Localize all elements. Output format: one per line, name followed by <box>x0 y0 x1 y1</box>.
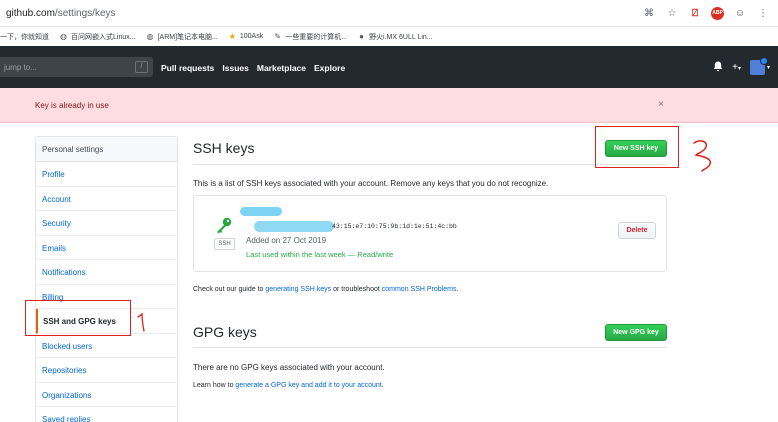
annotation-number-1 <box>137 313 145 332</box>
bookmark-star-icon[interactable]: ☆ <box>665 6 679 20</box>
sidebar-item-blocked-users[interactable]: Blocked users <box>36 334 177 358</box>
search-box[interactable]: / <box>0 57 153 77</box>
sidebar-item-account[interactable]: Account <box>36 187 177 211</box>
bookmark-item[interactable]: ◍ 百问网嵌入式Linux... <box>59 32 136 42</box>
redaction-mark <box>254 221 334 232</box>
generate-gpg-key-link[interactable]: generate a GPG key and add it to your ac… <box>235 382 381 389</box>
flash-error: Key is already in use × <box>0 88 778 123</box>
ssh-key-item: SSH 43:15:e7:10:75:9b:1d:1e:51:4c:bb Add… <box>193 195 667 272</box>
sidebar-item-repositories[interactable]: Repositories <box>36 358 177 383</box>
bookmark-item[interactable]: 一下，你就知道 <box>0 32 49 42</box>
create-new-icon[interactable]: +▾ <box>732 62 741 73</box>
sidebar-item-organizations[interactable]: Organizations <box>36 383 177 407</box>
annotation-box-ssh-gpg-keys <box>25 300 131 336</box>
github-icon: ● <box>359 32 364 41</box>
generating-ssh-keys-link[interactable]: generating SSH keys <box>265 286 331 293</box>
sidebar-item-saved-replies[interactable]: Saved replies <box>36 407 177 422</box>
browser-address-bar[interactable]: github.com/settings/keys ⌘ ☆ ⍁ ABP ☺ ⋮ <box>0 0 778 27</box>
sidebar-heading: Personal settings <box>36 137 177 162</box>
ssh-guide-text: Check out our guide to generating SSH ke… <box>193 286 459 293</box>
ssh-keys-title: SSH keys <box>193 140 255 156</box>
key-icon <box>215 217 233 237</box>
bookmarks-bar: 一下，你就知道 ◍ 百问网嵌入式Linux... ◍ [ARM]笔记本电脑... ★… <box>0 27 778 46</box>
bookmark-item[interactable]: ◍ [ARM]笔记本电脑... <box>146 32 218 42</box>
sidebar-item-notifications[interactable]: Notifications <box>36 260 177 285</box>
divider <box>193 347 667 348</box>
star-icon: ★ <box>228 32 236 41</box>
github-header: / Pull requests Issues Marketplace Explo… <box>0 46 778 88</box>
avatar <box>749 57 768 75</box>
annotation-number-2 <box>693 140 712 172</box>
bell-icon[interactable] <box>713 61 723 75</box>
new-gpg-key-button[interactable]: New GPG key <box>605 324 667 341</box>
ssh-description: This is a list of SSH keys associated wi… <box>193 179 549 188</box>
bookmark-item[interactable]: ✎ 一些重要的计算机... <box>273 32 347 42</box>
delete-key-button[interactable]: Delete <box>618 222 656 239</box>
gpg-keys-title: GPG keys <box>193 324 257 340</box>
globe-icon: ◍ <box>60 32 67 41</box>
nav-pull-requests[interactable]: Pull requests <box>161 63 214 73</box>
settings-sidebar: Personal settings Profile Account Securi… <box>35 136 178 422</box>
sidebar-item-profile[interactable]: Profile <box>36 162 177 187</box>
nav-marketplace[interactable]: Marketplace <box>257 63 306 73</box>
search-shortcut-key: / <box>135 61 148 73</box>
url-host: github.com <box>6 8 55 19</box>
gpg-empty-text: There are no GPG keys associated with yo… <box>193 363 385 372</box>
adblock-extension-icon[interactable]: ABP <box>711 6 724 20</box>
search-input[interactable] <box>0 57 130 77</box>
profile-menu[interactable]: ▾ <box>749 57 770 75</box>
sidebar-item-security[interactable]: Security <box>36 211 177 236</box>
pen-icon: ✎ <box>274 32 282 41</box>
key-added-date: Added on 27 Oct 2019 <box>246 236 327 245</box>
globe-icon: ◍ <box>146 32 154 41</box>
gpg-learn-text: Learn how to generate a GPG key and add … <box>193 382 384 389</box>
ssh-label-badge: SSH <box>214 238 235 250</box>
extension-icon[interactable]: ☺ <box>733 6 747 20</box>
redaction-mark <box>240 207 282 216</box>
translate-icon[interactable]: ⌘ <box>642 6 656 20</box>
menu-icon[interactable]: ⋮ <box>756 6 770 20</box>
header-nav: Pull requests Issues Marketplace Explore <box>161 63 345 73</box>
nav-issues[interactable]: Issues <box>222 63 248 73</box>
flash-message: Key is already in use <box>35 101 109 110</box>
pdf-extension-icon[interactable]: ⍁ <box>688 6 702 20</box>
bookmark-item[interactable]: ★ 100Ask <box>228 32 263 41</box>
close-icon[interactable]: × <box>658 99 664 110</box>
annotation-box-new-ssh-key <box>595 126 679 168</box>
key-last-used: Last used within the last week — Read/wr… <box>246 250 394 259</box>
key-fingerprint: 43:15:e7:10:75:9b:1d:1e:51:4c:bb <box>332 223 457 230</box>
nav-explore[interactable]: Explore <box>314 63 345 73</box>
bookmark-item[interactable]: ● 野火i.MX 6ULL Lin... <box>357 32 432 42</box>
url-path: /settings/keys <box>54 8 116 19</box>
common-ssh-problems-link[interactable]: common SSH Problems <box>382 286 457 293</box>
url-text[interactable]: github.com/settings/keys <box>6 8 116 19</box>
sidebar-item-emails[interactable]: Emails <box>36 236 177 260</box>
